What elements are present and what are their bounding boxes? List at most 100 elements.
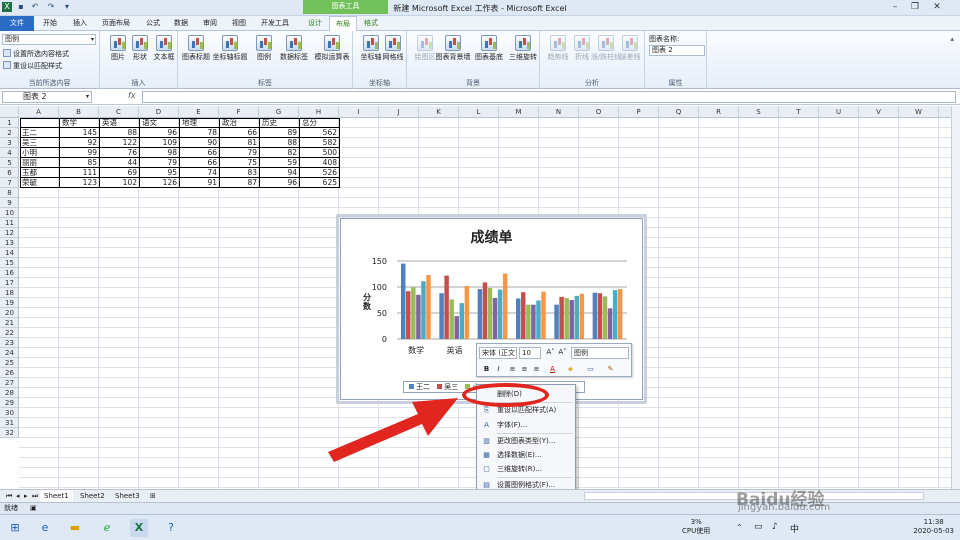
shrink-font-icon[interactable]: A˅ xyxy=(557,347,568,358)
data-table-button[interactable]: 模拟运算表 xyxy=(312,35,352,62)
table-cell[interactable]: 94 xyxy=(260,168,300,178)
column-header[interactable]: F xyxy=(219,106,259,118)
tab-format[interactable]: 格式 xyxy=(358,16,384,31)
row-header[interactable]: 1 xyxy=(0,118,19,128)
row-header[interactable]: 8 xyxy=(0,188,19,198)
chart-title[interactable]: 成绩单 xyxy=(341,227,642,247)
new-sheet-icon[interactable]: ⊞ xyxy=(146,490,160,502)
table-cell[interactable]: 82 xyxy=(260,148,300,158)
close-icon[interactable]: ✕ xyxy=(930,2,944,13)
select-all-corner[interactable] xyxy=(0,106,19,118)
row-header[interactable]: 23 xyxy=(0,338,19,348)
insert-textbox-button[interactable]: 文本框 xyxy=(146,35,182,62)
column-header[interactable]: V xyxy=(859,106,899,118)
column-header[interactable]: M xyxy=(499,106,539,118)
row-header[interactable]: 31 xyxy=(0,418,19,428)
row-header[interactable]: 3 xyxy=(0,138,19,148)
data-labels-button[interactable]: 数据标签 xyxy=(276,35,312,62)
formula-input[interactable] xyxy=(142,91,956,103)
table-cell[interactable]: 丽丽 xyxy=(20,158,60,168)
table-cell[interactable]: 66 xyxy=(220,128,260,138)
table-cell[interactable]: 吴三 xyxy=(20,138,60,148)
table-cell[interactable]: 83 xyxy=(220,168,260,178)
row-header[interactable]: 2 xyxy=(0,128,19,138)
table-cell[interactable]: 89 xyxy=(260,128,300,138)
menu-item-font[interactable]: A 字体(F)... xyxy=(477,418,577,432)
excel-taskbar-icon[interactable]: X xyxy=(130,519,148,537)
column-header[interactable]: P xyxy=(619,106,659,118)
row-header[interactable]: 17 xyxy=(0,278,19,288)
table-cell[interactable]: 87 xyxy=(220,178,260,188)
column-header[interactable]: C xyxy=(99,106,139,118)
row-header[interactable]: 27 xyxy=(0,378,19,388)
table-cell[interactable]: 91 xyxy=(180,178,220,188)
table-cell[interactable]: 66 xyxy=(180,148,220,158)
table-cell[interactable]: 玉都 xyxy=(20,168,60,178)
row-header[interactable]: 19 xyxy=(0,298,19,308)
macro-record-icon[interactable]: ▣ xyxy=(30,503,37,514)
row-header[interactable]: 6 xyxy=(0,168,19,178)
grow-font-icon[interactable]: A˄ xyxy=(545,347,556,358)
table-header-cell[interactable]: 政治 xyxy=(220,118,260,128)
tab-developer[interactable]: 开发工具 xyxy=(255,16,295,31)
table-cell[interactable]: 96 xyxy=(140,128,180,138)
chart-title-button[interactable]: 图表标题 xyxy=(178,35,214,62)
tab-design[interactable]: 设计 xyxy=(302,16,328,31)
tab-home[interactable]: 开始 xyxy=(37,16,63,31)
table-header-cell[interactable]: 地理 xyxy=(180,118,220,128)
table-cell[interactable]: 92 xyxy=(60,138,100,148)
align-left-icon[interactable]: ≡ xyxy=(507,364,518,375)
row-header[interactable]: 13 xyxy=(0,238,19,248)
row-header[interactable]: 5 xyxy=(0,158,19,168)
fill-color-icon[interactable]: ◈ xyxy=(565,364,576,375)
tab-formulas[interactable]: 公式 xyxy=(140,16,166,31)
column-header[interactable]: R xyxy=(699,106,739,118)
table-header-cell[interactable]: 总分 xyxy=(300,118,340,128)
ie-browser-icon[interactable]: ℯ xyxy=(98,519,116,537)
row-header[interactable]: 30 xyxy=(0,408,19,418)
column-header[interactable]: D xyxy=(139,106,179,118)
table-cell[interactable]: 小明 xyxy=(20,148,60,158)
table-cell[interactable]: 85 xyxy=(60,158,100,168)
tab-view[interactable]: 视图 xyxy=(226,16,252,31)
format-painter-icon[interactable]: ✎ xyxy=(605,364,616,375)
clock[interactable]: 11:38 2020-05-03 xyxy=(913,518,954,536)
table-cell[interactable]: 582 xyxy=(300,138,340,148)
table-cell[interactable]: 123 xyxy=(60,178,100,188)
table-cell[interactable]: 500 xyxy=(300,148,340,158)
chart-name-input[interactable]: 图表 2 xyxy=(649,45,705,56)
tab-review[interactable]: 审阅 xyxy=(197,16,223,31)
row-header[interactable]: 4 xyxy=(0,148,19,158)
table-cell[interactable]: 荣毓 xyxy=(20,178,60,188)
start-icon[interactable]: ⊞ xyxy=(6,519,24,537)
reset-style-button[interactable]: 重设以匹配样式 xyxy=(3,61,62,71)
row-header[interactable]: 9 xyxy=(0,198,19,208)
table-cell[interactable]: 625 xyxy=(300,178,340,188)
table-cell[interactable]: 81 xyxy=(220,138,260,148)
table-cell[interactable]: 99 xyxy=(60,148,100,158)
menu-item-3d-rotation[interactable]: ▢ 三维旋转(R)... xyxy=(477,462,577,476)
tab-data[interactable]: 数据 xyxy=(168,16,194,31)
table-cell[interactable]: 98 xyxy=(140,148,180,158)
axis-titles-button[interactable]: 坐标轴标题 xyxy=(212,35,248,62)
table-header-cell[interactable]: 语文 xyxy=(140,118,180,128)
sheet-tab-3[interactable]: Sheet3 xyxy=(111,490,144,502)
table-cell[interactable]: 66 xyxy=(180,158,220,168)
table-cell[interactable]: 69 xyxy=(100,168,140,178)
table-cell[interactable]: 109 xyxy=(140,138,180,148)
volume-icon[interactable]: ♪ xyxy=(772,522,778,532)
tab-page-layout[interactable]: 页面布局 xyxy=(96,16,136,31)
row-header[interactable]: 28 xyxy=(0,388,19,398)
tab-layout[interactable]: 布局 xyxy=(329,16,357,31)
table-cell[interactable]: 145 xyxy=(60,128,100,138)
menu-item-change-chart-type[interactable]: ▥ 更改图表类型(Y)... xyxy=(477,434,577,448)
error-bars-button[interactable]: 误差线 xyxy=(612,35,648,62)
menu-item-select-data[interactable]: ▦ 选择数据(E)... xyxy=(477,448,577,462)
table-cell[interactable]: 111 xyxy=(60,168,100,178)
table-cell[interactable]: 75 xyxy=(220,158,260,168)
help-icon[interactable]: ? xyxy=(162,519,180,537)
ime-icon[interactable]: 中 xyxy=(790,522,799,535)
table-header-cell[interactable]: 历史 xyxy=(260,118,300,128)
table-header-cell[interactable]: 英语 xyxy=(100,118,140,128)
column-header[interactable]: Q xyxy=(659,106,699,118)
